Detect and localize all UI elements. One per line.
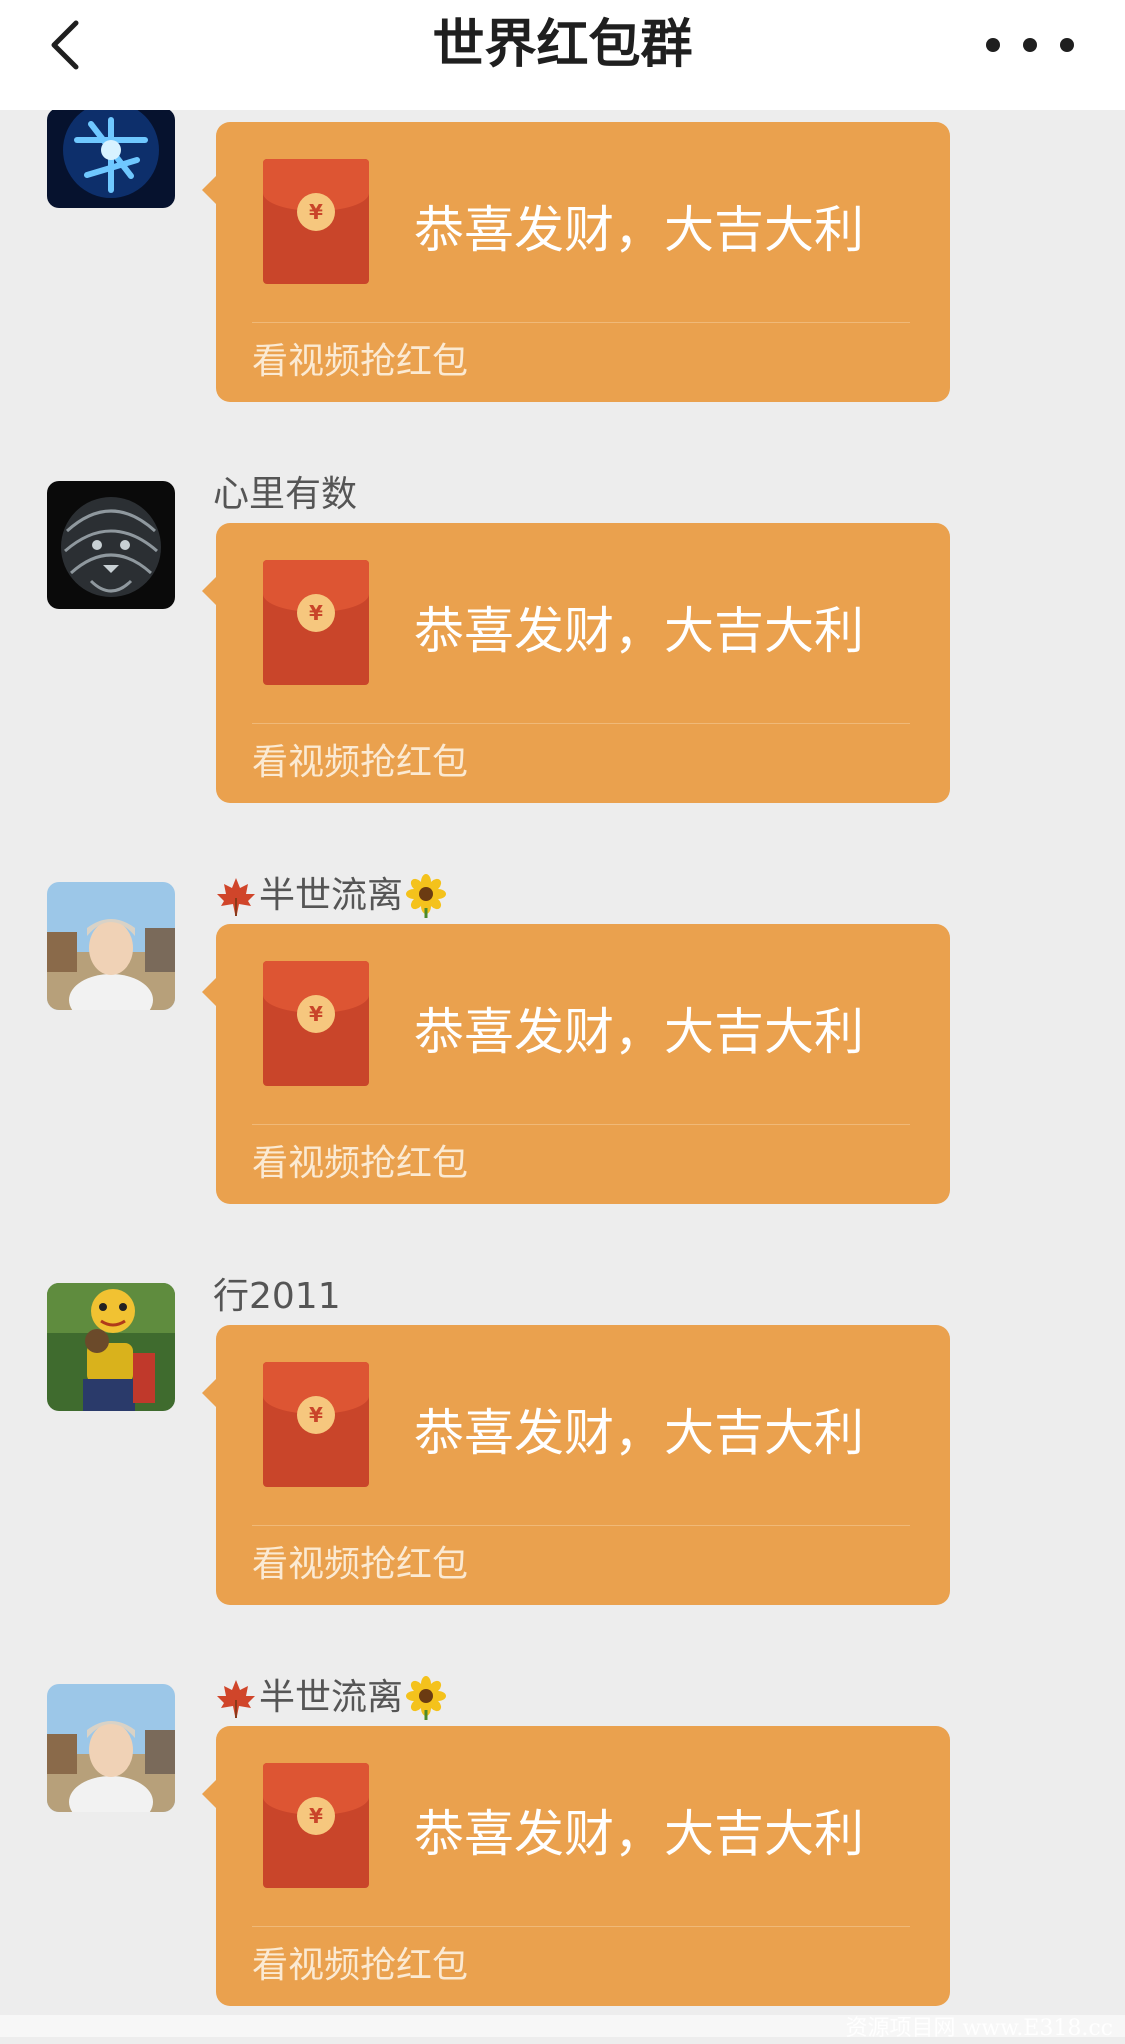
red-packet-footer: 看视频抢红包 — [252, 742, 469, 783]
red-envelope-icon: ¥ — [263, 961, 369, 1086]
red-packet-footer: 看视频抢红包 — [252, 1945, 469, 1986]
sender-name-text: 半世流离 — [259, 1677, 404, 1718]
avatar[interactable] — [47, 1684, 175, 1812]
red-packet-greeting: 恭喜发财，大吉大利 — [414, 602, 864, 660]
sender-name-text: 心里有数 — [213, 474, 358, 515]
watermark-text: 资源项目网 www.E318.cc — [845, 2016, 1113, 2041]
yuan-coin-icon: ¥ — [297, 1396, 335, 1434]
red-packet-footer: 看视频抢红包 — [252, 1544, 469, 1585]
avatar[interactable] — [47, 481, 175, 609]
divider — [252, 1124, 910, 1125]
red-packet-bubble[interactable]: ¥ 恭喜发财，大吉大利 看视频抢红包 — [202, 122, 950, 402]
sender-name-text: 半世流离 — [259, 875, 404, 916]
chat-message: 心里有数 ¥ 恭喜发财，大吉大利 看视频抢红包 — [0, 474, 1125, 841]
chat-message: ¥ 恭喜发财，大吉大利 看视频抢红包 — [0, 80, 1125, 440]
red-packet-greeting: 恭喜发财，大吉大利 — [414, 1404, 864, 1462]
red-packet-footer: 看视频抢红包 — [252, 341, 469, 382]
red-packet-bubble[interactable]: ¥ 恭喜发财，大吉大利 看视频抢红包 — [202, 1726, 950, 2006]
red-packet-greeting: 恭喜发财，大吉大利 — [414, 1805, 864, 1863]
bubble-tail — [202, 978, 216, 1006]
red-packet-greeting: 恭喜发财，大吉大利 — [414, 1003, 864, 1061]
chat-header: 世界红包群 — [0, 0, 1125, 110]
divider — [252, 322, 910, 323]
divider — [252, 1926, 910, 1927]
red-packet-bubble[interactable]: ¥ 恭喜发财，大吉大利 看视频抢红包 — [202, 523, 950, 803]
bubble-tail — [202, 1379, 216, 1407]
more-options-icon[interactable] — [975, 25, 1085, 65]
bubble-tail — [202, 577, 216, 605]
chat-message: 半世流离 ¥ 恭喜发财，大吉大利 看视频抢红包 — [0, 1676, 1125, 2044]
chat-title: 世界红包群 — [432, 15, 693, 75]
sunflower-icon — [406, 1676, 447, 1720]
sender-name: 行2011 — [213, 1275, 341, 1319]
chat-message-list[interactable]: ¥ 恭喜发财，大吉大利 看视频抢红包 心里有数 ¥ 恭喜发财，大吉大利 看视频抢… — [0, 0, 1125, 2037]
sender-name: 半世流离 — [213, 874, 449, 918]
chat-message: 行2011 ¥ 恭喜发财，大吉大利 看视频抢红包 — [0, 1276, 1125, 1643]
bubble-tail — [202, 1780, 216, 1808]
chat-message: 半世流离 ¥ 恭喜发财，大吉大利 看视频抢红包 — [0, 874, 1125, 1242]
maple-leaf-icon — [217, 878, 255, 916]
sunflower-icon — [406, 874, 447, 918]
yuan-coin-icon: ¥ — [297, 594, 335, 632]
divider — [252, 1525, 910, 1526]
red-packet-greeting: 恭喜发财，大吉大利 — [414, 201, 864, 259]
yuan-coin-icon: ¥ — [297, 193, 335, 231]
yuan-coin-icon: ¥ — [297, 1797, 335, 1835]
red-envelope-icon: ¥ — [263, 1362, 369, 1487]
bubble-tail — [202, 176, 216, 204]
avatar[interactable] — [47, 882, 175, 1010]
red-packet-bubble[interactable]: ¥ 恭喜发财，大吉大利 看视频抢红包 — [202, 1325, 950, 1605]
maple-leaf-icon — [217, 1680, 255, 1718]
red-envelope-icon: ¥ — [263, 1763, 369, 1888]
sender-name: 半世流离 — [213, 1676, 449, 1720]
sender-name: 心里有数 — [213, 473, 357, 517]
avatar[interactable] — [47, 108, 175, 208]
red-packet-bubble[interactable]: ¥ 恭喜发财，大吉大利 看视频抢红包 — [202, 924, 950, 1204]
avatar[interactable] — [47, 1283, 175, 1411]
red-envelope-icon: ¥ — [263, 560, 369, 685]
red-envelope-icon: ¥ — [263, 159, 369, 284]
sender-name-text: 行2011 — [213, 1276, 341, 1317]
yuan-coin-icon: ¥ — [297, 995, 335, 1033]
red-packet-footer: 看视频抢红包 — [252, 1143, 469, 1184]
divider — [252, 723, 910, 724]
